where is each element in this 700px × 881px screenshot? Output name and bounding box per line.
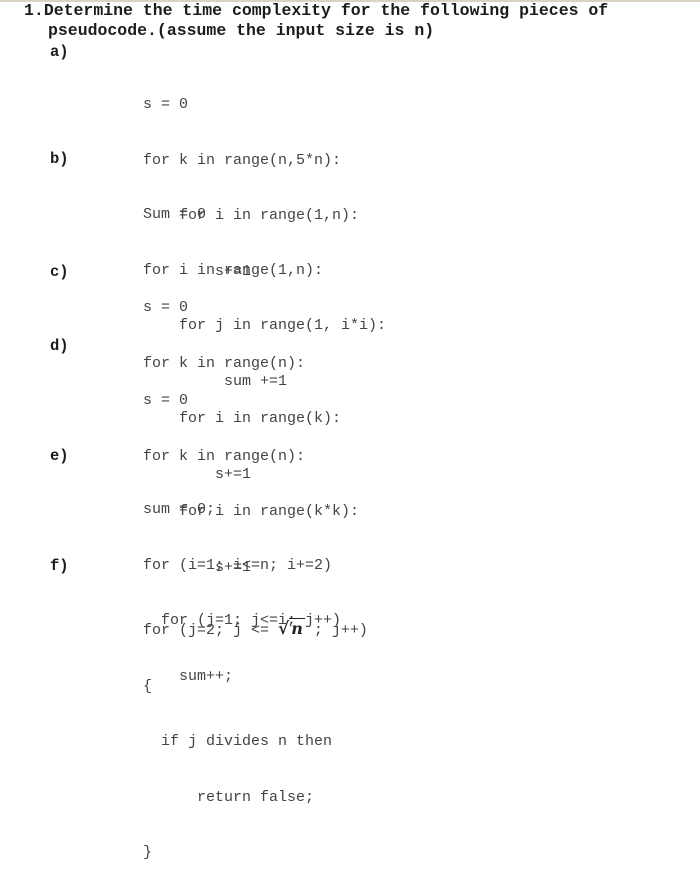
code-line: sum = 0; (143, 501, 216, 518)
question-header: 1.Determine the time complexity for the … (24, 1, 608, 41)
code-line: s = 0 (143, 96, 189, 113)
code-line: s = 0 (143, 392, 189, 409)
question-number: 1. (24, 1, 44, 20)
question-line-1: Determine the time complexity for the fo… (43, 1, 609, 20)
part-label-b: b) (50, 150, 69, 168)
code-line: for (i=1; i<=n; i+=2) (143, 556, 333, 574)
code-prefix: for (j=2; j <= (143, 622, 279, 639)
code-line: } (143, 844, 153, 861)
code-line: s = 0 (143, 299, 189, 316)
code-line: if j divides n then (143, 733, 333, 750)
code-block-f: for (j=2; j <= √ n ; j++) { if j divides … (143, 583, 368, 881)
question-line-2: pseudocode.(assume the input size is n) (48, 21, 435, 40)
code-line: for k in range(n,5*n): (143, 151, 342, 169)
sqrt-n-expression: √ n (278, 618, 305, 639)
code-line: return false; (143, 788, 315, 806)
sqrt-icon: √ (278, 619, 290, 639)
code-line: { (143, 677, 153, 695)
part-label-a: a) (50, 43, 69, 61)
sqrt-variable: n (289, 618, 305, 638)
part-label-d: d) (50, 337, 69, 355)
code-suffix: ; j++) (304, 622, 368, 639)
code-line: Sum = 0 (143, 206, 207, 223)
part-label-e: e) (50, 447, 69, 465)
part-label-c: c) (50, 263, 69, 281)
part-label-f: f) (50, 557, 69, 575)
code-line-for: for (j=2; j <= √ n ; j++) (143, 618, 368, 641)
